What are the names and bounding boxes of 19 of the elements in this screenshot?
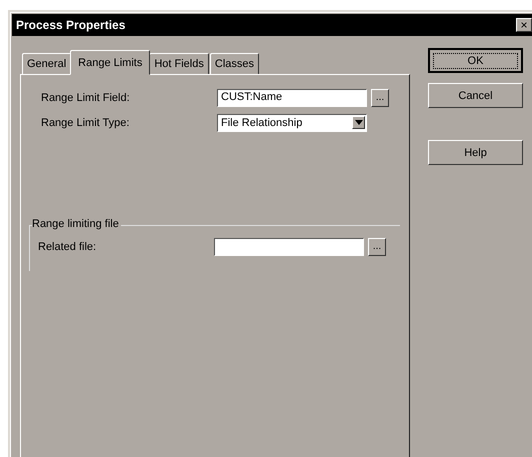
dropdown-value: File Relationship: [221, 116, 302, 128]
dropdown[interactable]: File Relationship: [217, 114, 367, 132]
field-label: Range Limit Type:: [40, 116, 130, 128]
browse-button[interactable]: ...: [371, 88, 389, 106]
close-button[interactable]: ×: [516, 18, 532, 32]
text-field[interactable]: CUST:Name: [217, 88, 367, 106]
dialog-button[interactable]: OK: [428, 48, 523, 73]
tab[interactable]: General: [22, 53, 72, 74]
dialog-button[interactable]: Cancel: [428, 83, 523, 108]
text-field[interactable]: [214, 238, 364, 256]
group-title: Range limiting file: [32, 218, 121, 230]
field-label: Related file:: [37, 240, 98, 252]
window-title: Process Properties: [16, 18, 126, 32]
field-label: Range Limit Field:: [40, 92, 131, 104]
tab[interactable]: Range Limits: [70, 50, 150, 75]
tab[interactable]: Classes: [210, 53, 259, 74]
browse-button[interactable]: ...: [368, 238, 386, 256]
tab[interactable]: Hot Fields: [149, 53, 209, 74]
dialog-button[interactable]: Help: [428, 140, 523, 165]
